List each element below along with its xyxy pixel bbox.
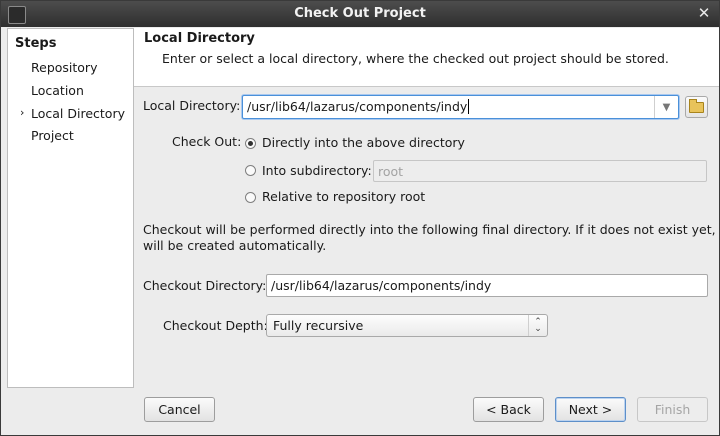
step-repository: Repository [31,60,98,75]
folder-icon [689,98,704,113]
checkout-depth-select[interactable]: Fully recursive ⌃ ⌄ [266,314,548,337]
subdirectory-input: root [373,160,707,182]
window-title: Check Out Project [294,6,426,21]
step-project: Project [31,128,74,143]
checkout-label: Check Out: [172,134,242,149]
page-header: Local Directory Enter or select a local … [134,28,719,87]
checkout-depth-value: Fully recursive [273,318,364,333]
step-location: Location [31,83,84,98]
finish-button: Finish [637,397,708,422]
page-description: Enter or select a local directory, where… [162,51,669,66]
subdirectory-value: root [378,164,404,179]
option-directly-label[interactable]: Directly into the above directory [262,135,465,150]
checkout-depth-label: Checkout Depth: [163,318,268,333]
title-bar: Check Out Project ✕ [1,1,719,27]
info-text-line-2: will be created automatically. [143,238,327,253]
close-icon[interactable]: ✕ [695,4,713,22]
cancel-button[interactable]: Cancel [144,397,215,422]
local-directory-label: Local Directory: [143,98,241,113]
step-local-directory: Local Directory [31,106,125,121]
option-relative-root-label[interactable]: Relative to repository root [262,189,425,204]
info-text-line-1: Checkout will be performed directly into… [143,222,720,237]
radio-relative-root[interactable] [245,192,256,203]
current-step-marker: › [20,106,25,119]
back-button[interactable]: < Back [473,397,544,422]
steps-title: Steps [15,36,57,51]
checkout-directory-label: Checkout Directory: [143,278,267,293]
page-title: Local Directory [144,31,255,46]
updown-arrows-icon: ⌃ ⌄ [528,315,547,336]
radio-subdirectory[interactable] [245,165,256,176]
steps-panel: Steps Repository Location › Local Direct… [7,28,134,388]
checkout-directory-input[interactable]: /usr/lib64/lazarus/components/indy [266,274,708,297]
local-directory-value: /usr/lib64/lazarus/components/indy [247,99,468,114]
next-button[interactable]: Next > [555,397,626,422]
browse-folder-button[interactable] [685,96,708,118]
chevron-down-icon[interactable]: ▼ [654,96,678,118]
check-out-project-dialog: Check Out Project ✕ Steps Repository Loc… [0,0,720,436]
local-directory-combo[interactable]: /usr/lib64/lazarus/components/indy ▼ [242,95,679,119]
checkout-directory-value: /usr/lib64/lazarus/components/indy [271,278,492,293]
radio-directly[interactable] [245,138,256,149]
option-subdirectory-label[interactable]: Into subdirectory: [262,163,372,178]
